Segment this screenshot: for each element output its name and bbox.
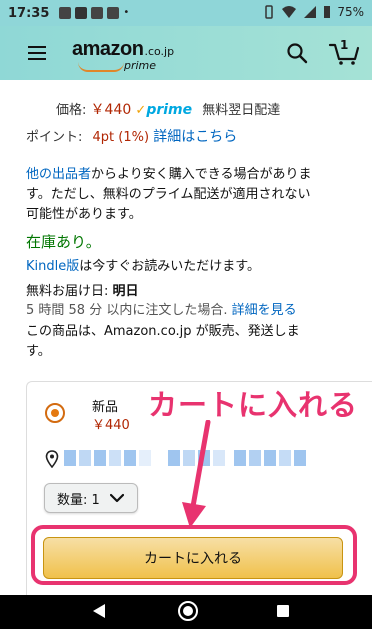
prime-badge: prime bbox=[146, 102, 193, 118]
home-icon[interactable] bbox=[178, 601, 198, 621]
wifi-icon bbox=[282, 6, 297, 18]
youtube-icon bbox=[75, 7, 88, 19]
points-value: 4pt bbox=[92, 130, 115, 145]
search-icon[interactable] bbox=[286, 42, 308, 64]
delivery-cutoff-row: 5 時間 58 分 以内に注文した場合. 詳細を見る bbox=[26, 301, 297, 320]
delivery-date: 明日 bbox=[112, 284, 139, 299]
kindle-link[interactable]: Kindle版 bbox=[26, 259, 79, 274]
annotation-text: カートに入れる bbox=[148, 388, 359, 422]
other-sellers-note: 他の出品者からより安く購入できる場合がありま す。ただし、無料のプライム配送が適… bbox=[26, 165, 358, 225]
vibrate-icon bbox=[265, 5, 274, 19]
other-sellers-line1: からより安く購入できる場合がありま bbox=[91, 167, 312, 182]
shipping-text: 無料翌日配達 bbox=[202, 103, 281, 118]
sold-by-line1: この商品は、Amazon.co.jp が販売、発送しま bbox=[26, 324, 300, 339]
recent-apps-icon[interactable] bbox=[277, 605, 289, 617]
amazon-prime-logo[interactable]: amazon.co.jp prime bbox=[72, 38, 182, 72]
more-dot-icon: • bbox=[123, 7, 130, 18]
kindle-text: は今すぐお読みいただけます。 bbox=[79, 259, 260, 274]
app-header: amazon.co.jp prime 1 bbox=[0, 26, 372, 80]
menu-icon[interactable] bbox=[28, 46, 46, 60]
new-condition-radio[interactable] bbox=[45, 403, 65, 423]
add-to-cart-button[interactable]: カートに入れる bbox=[43, 537, 343, 579]
points-row: ポイント: 4pt (1%) 詳細はこちら bbox=[26, 128, 237, 147]
in-stock-text: 在庫あり。 bbox=[26, 233, 101, 251]
condition-label: 新品 bbox=[92, 400, 119, 415]
quantity-select[interactable]: 数量: 1 bbox=[44, 483, 138, 513]
app-d2-icon bbox=[107, 7, 120, 19]
cart-count-badge: 1 bbox=[340, 38, 349, 52]
delivery-date-row: 無料お届け日: 明日 bbox=[26, 282, 139, 301]
status-bar: 17:35 • 75% bbox=[0, 0, 372, 26]
price-value: ￥440 bbox=[90, 102, 132, 118]
quantity-label: 数量: 1 bbox=[57, 492, 100, 508]
prime-check-icon: ✓ bbox=[135, 103, 147, 118]
sold-by-line2: す。 bbox=[26, 344, 51, 359]
status-time: 17:35 bbox=[8, 5, 50, 21]
chevron-down-icon bbox=[109, 493, 124, 503]
points-percent: (1%) bbox=[118, 130, 150, 145]
app-d-icon bbox=[91, 7, 104, 19]
price-row: 価格: ￥440 ✓prime 無料翌日配達 bbox=[56, 101, 280, 120]
delivery-cutoff: 5 時間 58 分 以内に注文した場合. bbox=[26, 303, 228, 318]
other-sellers-link[interactable]: 他の出品者 bbox=[26, 167, 91, 182]
sold-by-note: この商品は、Amazon.co.jp が販売、発送しま す。 bbox=[26, 322, 358, 362]
logo-prime: prime bbox=[124, 59, 157, 72]
logo-domain: .co.jp bbox=[144, 45, 175, 58]
battery-icon bbox=[324, 6, 331, 18]
location-pin-icon bbox=[45, 450, 59, 468]
battery-level: 75% bbox=[337, 5, 364, 19]
back-icon[interactable] bbox=[92, 603, 106, 619]
price-label: 価格: bbox=[56, 103, 87, 118]
points-details-link[interactable]: 詳細はこちら bbox=[153, 129, 237, 145]
buybox-price: ￥440 bbox=[92, 418, 130, 433]
logo-smile-icon bbox=[78, 62, 124, 72]
annotation-arrow-icon bbox=[182, 420, 211, 528]
points-label: ポイント: bbox=[26, 130, 83, 145]
kindle-row: Kindle版は今すぐお読みいただけます。 bbox=[26, 257, 260, 276]
logo-text: amazon bbox=[72, 38, 144, 60]
delivery-details-link[interactable]: 詳細を見る bbox=[232, 303, 297, 318]
notification-icons: • bbox=[59, 7, 129, 19]
signal-icon bbox=[304, 6, 317, 18]
delivery-label: 無料お届け日: bbox=[26, 284, 113, 299]
other-sellers-line2: す。ただし、無料のプライム配送が適用されない bbox=[26, 187, 311, 202]
other-sellers-line3: 可能性があります。 bbox=[26, 207, 142, 222]
gmail-icon bbox=[59, 7, 72, 19]
